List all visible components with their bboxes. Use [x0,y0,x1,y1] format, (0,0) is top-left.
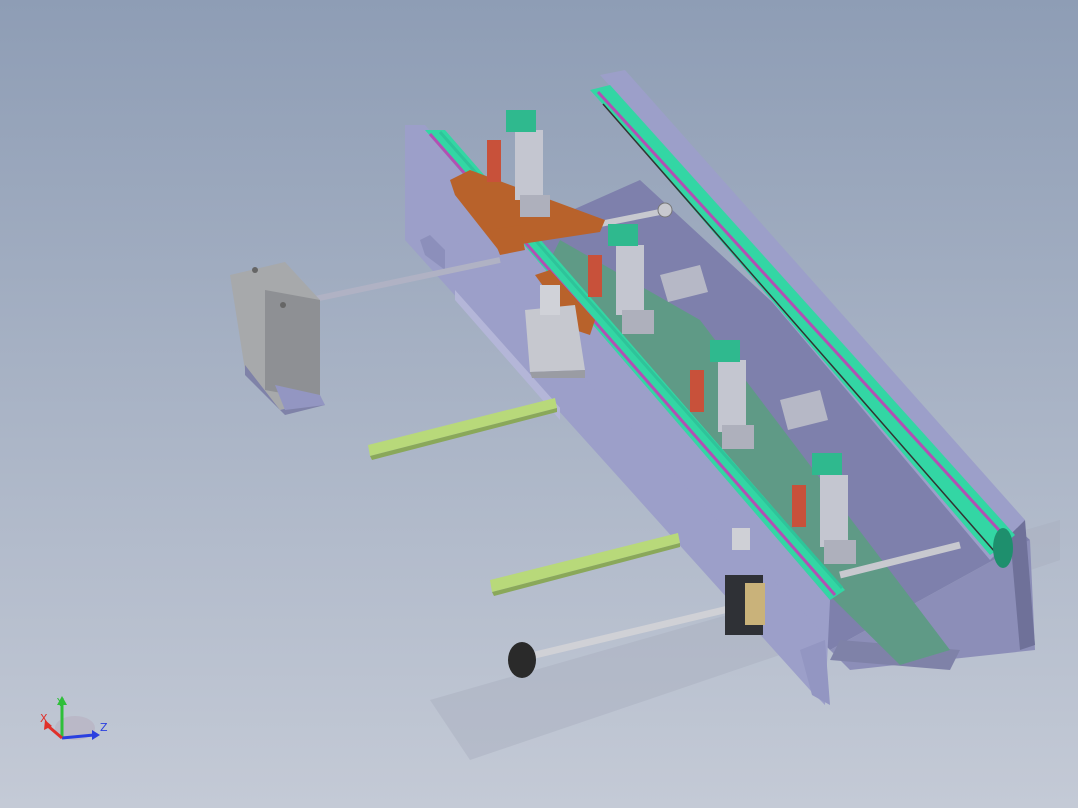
triad-z-arrow [92,730,100,740]
triad-z-label: Z [100,721,108,734]
cad-graphics-viewport[interactable]: X Y Z [0,0,1078,808]
triad-x-label: X [40,712,48,725]
drive-motor[interactable] [230,262,325,415]
linear-rail-upper[interactable] [368,398,557,460]
cad-model-view[interactable]: X Y Z [0,0,1078,808]
linear-rail-lower[interactable] [490,533,680,596]
triad-y-label: Y [56,696,64,709]
view-orientation-triad[interactable]: X Y Z [40,696,108,740]
